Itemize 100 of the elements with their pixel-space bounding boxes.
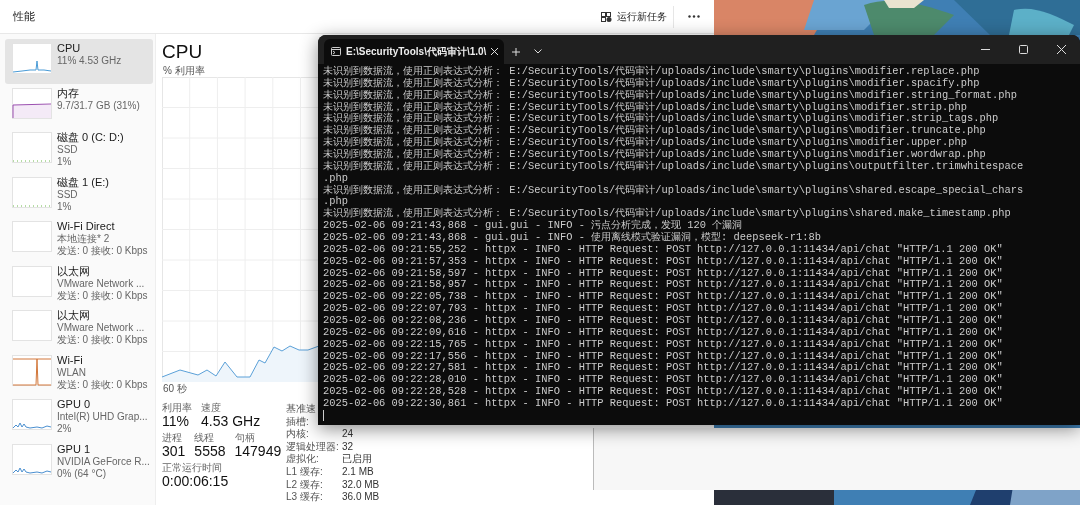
item-name: 以太网: [57, 264, 91, 278]
sidebar-item[interactable]: 磁盘 0 (C: D:) SSD 1%: [5, 128, 153, 173]
minimize-icon: [980, 49, 990, 50]
item-name: 磁盘 1 (E:): [57, 175, 109, 189]
terminal-line: 未识别到数据流，使用正则表达式分析： E:/SecurityTools/代码审计/uploads/include\smarty\plugins\modifier.replace.php: [323, 66, 981, 77]
spec-label: 基准速: [286, 403, 316, 416]
time-label: 60 秒: [163, 383, 187, 394]
run-task-icon: [601, 11, 612, 22]
item-name: CPU: [57, 42, 82, 55]
item-detail: 0% (64 °C): [57, 467, 107, 480]
spec-label: 内核:: [286, 428, 309, 441]
item-detail: VMware Network ...: [57, 322, 146, 334]
run-new-task-button[interactable]: 运行新任务: [595, 5, 674, 28]
caret-icon: [534, 49, 542, 54]
terminal-line: 未识别到数据流，使用正则表达式分析： E:/SecurityTools/代码审计/uploads/include\smarty\plugins\modifier.string_format.php: [323, 89, 1018, 101]
item-name: Wi-Fi: [57, 353, 84, 367]
terminal-line: 2025-02-06 09:21:57,353 - httpx - INFO - HTTP Request: POST http://127.0.0.1:11434/api/chat "HTTP/1.1 200 OK": [323, 255, 1004, 268]
item-name: 磁盘 0 (C: D:): [57, 131, 124, 144]
plus-icon: [512, 47, 520, 56]
terminal-line: .php: [323, 196, 349, 208]
spec-value: 32: [342, 440, 354, 453]
text-cursor: [323, 409, 324, 421]
sidebar-item[interactable]: 磁盘 1 (E:) SSD 1%: [5, 172, 153, 217]
terminal-line: 未识别到数据流，使用正则表达式分析： E:/SecurityTools/代码审计/uploads/include\smarty\plugins\modifier.strip_tags.php: [323, 113, 1000, 125]
terminal-line: 未识别到数据流，使用正则表达式分析： E:/SecurityTools/代码审计/uploads/include\smarty\plugins\modifier.upper.php: [323, 137, 968, 149]
spec-value: 36.0 MB: [342, 491, 380, 504]
item-detail: SSD: [57, 188, 79, 201]
graph-label: % 利用率: [163, 65, 205, 76]
item-detail: WLAN: [57, 366, 87, 379]
terminal-line: 2025-02-06 09:22:05,738 - httpx - INFO - HTTP Request: POST http://127.0.0.1:11434/api/chat "HTTP/1.1 200 OK": [323, 291, 1004, 303]
spec-value: 2.1 MB: [342, 465, 374, 479]
item-detail: 发送: 0 接收: 0 Kbps: [57, 334, 148, 346]
stat-label: 线程: [194, 432, 215, 443]
tab-close-button[interactable]: [491, 46, 499, 57]
item-detail: SSD: [57, 144, 79, 156]
sidebar-item[interactable]: 内存 9.7/31.7 GB (31%): [5, 83, 153, 128]
sidebar-item[interactable]: GPU 1 NVIDIA GeForce R... 0% (64 °C): [5, 439, 153, 484]
terminal-line: 2025-02-06 09:22:28,010 - httpx - INFO - HTTP Request: POST http://127.0.0.1:11434/api/chat "HTTP/1.1 200 OK": [323, 374, 1004, 386]
spec-label: 虚拟化:: [286, 453, 319, 466]
terminal-line: 2025-02-06 09:22:15,765 - httpx - INFO - HTTP Request: POST http://127.0.0.1:11434/api/chat "HTTP/1.1 200 OK": [323, 338, 1004, 351]
stat-label: 速度: [201, 402, 221, 413]
usage-graph: [12, 443, 52, 475]
panel-title: CPU: [162, 40, 203, 64]
item-name: GPU 1: [57, 442, 91, 456]
page-title: 性能: [13, 9, 36, 24]
tab-title: E:\SecurityTools\代码审计\1.0\: [346, 44, 487, 59]
terminal-line: 未识别到数据流，使用正则表达式分析： E:/SecurityTools/代码审计/uploads/include\smarty\plugins\modifier.spacify.php: [323, 77, 981, 89]
item-name: GPU 0: [57, 398, 91, 411]
usage-graph: [12, 176, 52, 208]
spec-label: L2 缓存:: [286, 478, 323, 492]
terminal-line: 2025-02-06 09:21:55,252 - httpx - INFO - HTTP Request: POST http://127.0.0.1:11434/api/chat "HTTP/1.1 200 OK": [323, 243, 1004, 256]
item-detail: 9.7/31.7 GB (31%): [57, 99, 140, 112]
sidebar-item[interactable]: Wi-Fi Direct 本地连接* 2 发送: 0 接收: 0 Kbps: [5, 217, 153, 262]
item-detail: 1%: [57, 156, 73, 168]
stat-value: 147949: [234, 443, 282, 459]
stat-label: 利用率: [162, 402, 192, 413]
item-name: Wi-Fi Direct: [57, 220, 116, 233]
terminal-line: 未识别到数据流，使用正则表达式分析： E:/SecurityTools/代码审计/uploads/include\smarty\plugins\modifier.truncate.php: [323, 125, 987, 137]
terminal-line: 2025-02-06 09:22:27,581 - httpx - INFO - HTTP Request: POST http://127.0.0.1:11434/api/chat "HTTP/1.1 200 OK": [323, 362, 1004, 374]
sidebar-item[interactable]: GPU 0 Intel(R) UHD Grap... 2%: [5, 395, 153, 440]
sidebar-item[interactable]: Wi-Fi WLAN 发送: 0 接收: 0 Kbps: [5, 350, 153, 395]
spec-value: 已启用: [342, 453, 372, 466]
terminal-line: .php: [323, 172, 349, 184]
item-detail: Intel(R) UHD Grap...: [57, 411, 148, 423]
terminal-line: 未识别到数据流，使用正则表达式分析： E:/SecurityTools/代码审计/uploads/include\smarty\plugins\shared.make_timestamp.php: [323, 208, 1012, 220]
sidebar-item[interactable]: CPU 11% 4.53 GHz: [5, 39, 153, 84]
close-icon: [1056, 45, 1066, 54]
terminal-line: 未识别到数据流，使用正则表达式分析： E:/SecurityTools/代码审计/uploads/include\smarty\plugins\shared.escape_special_chars: [323, 184, 1025, 196]
terminal-line: 2025-02-06 09:22:17,556 - httpx - INFO - HTTP Request: POST http://127.0.0.1:11434/api/chat "HTTP/1.1 200 OK": [323, 350, 1004, 362]
terminal-line: 2025-02-06 09:22:07,793 - httpx - INFO - HTTP Request: POST http://127.0.0.1:11434/api/chat "HTTP/1.1 200 OK": [323, 303, 1004, 315]
spec-value: 24: [342, 428, 354, 441]
spec-label: L3 缓存:: [286, 491, 323, 504]
more-icon: [688, 15, 700, 18]
stat-value: 0:00:06:15: [162, 473, 229, 489]
stat-label: 进程: [162, 432, 182, 443]
item-detail: VMware Network ...: [57, 277, 146, 290]
close-icon: [491, 48, 499, 55]
terminal-line: 未识别到数据流，使用正则表达式分析： E:/SecurityTools/代码审计/uploads/include\smarty\plugins\outputfilter.trimwhitespace: [323, 160, 1025, 173]
terminal-line: 未识别到数据流，使用正则表达式分析： E:/SecurityTools/代码审计/uploads/include\smarty\plugins\modifier.wordwrap.php: [323, 149, 987, 160]
item-detail: 发送: 0 接收: 0 Kbps: [57, 289, 148, 302]
sidebar-item[interactable]: 以太网 VMware Network ... 发送: 0 接收: 0 Kbps: [5, 306, 153, 351]
stat-value: 5558: [194, 443, 226, 459]
terminal-tab[interactable]: E:\SecurityTools\代码审计\1.0\: [324, 39, 504, 64]
stat-label: 句柄: [234, 432, 255, 443]
item-detail: 1%: [57, 200, 73, 213]
item-name: 内存: [57, 86, 80, 100]
maximize-icon: [1018, 45, 1028, 54]
terminal-line: 2025-02-06 09:22:09,616 - httpx - INFO - HTTP Request: POST http://127.0.0.1:11434/api/chat "HTTP/1.1 200 OK": [323, 326, 1004, 339]
usage-graph: [12, 132, 52, 163]
item-detail: 发送: 0 接收: 0 Kbps: [57, 378, 148, 391]
terminal-line: 2025-02-06 09:21:43,868 - gui.gui - INFO - 污点分析完成，发现 120 个漏洞: [323, 220, 744, 232]
stat-label: 正常运行时间: [162, 462, 222, 473]
terminal-line: 2025-02-06 09:22:28,528 - httpx - INFO - HTTP Request: POST http://127.0.0.1:11434/api/chat "HTTP/1.1 200 OK": [323, 386, 1004, 398]
usage-graph: [12, 43, 52, 74]
sidebar-item[interactable]: 以太网 VMware Network ... 发送: 0 接收: 0 Kbps: [5, 261, 153, 306]
terminal-line: 2025-02-06 09:21:58,597 - httpx - INFO - HTTP Request: POST http://127.0.0.1:11434/api/chat "HTTP/1.1 200 OK": [323, 267, 1004, 279]
spec-label: 逻辑处理器:: [286, 440, 339, 454]
stat-value: 4.53 GHz: [201, 413, 261, 429]
item-name: 以太网: [57, 309, 91, 322]
spec-value: 32.0 MB: [342, 478, 380, 492]
